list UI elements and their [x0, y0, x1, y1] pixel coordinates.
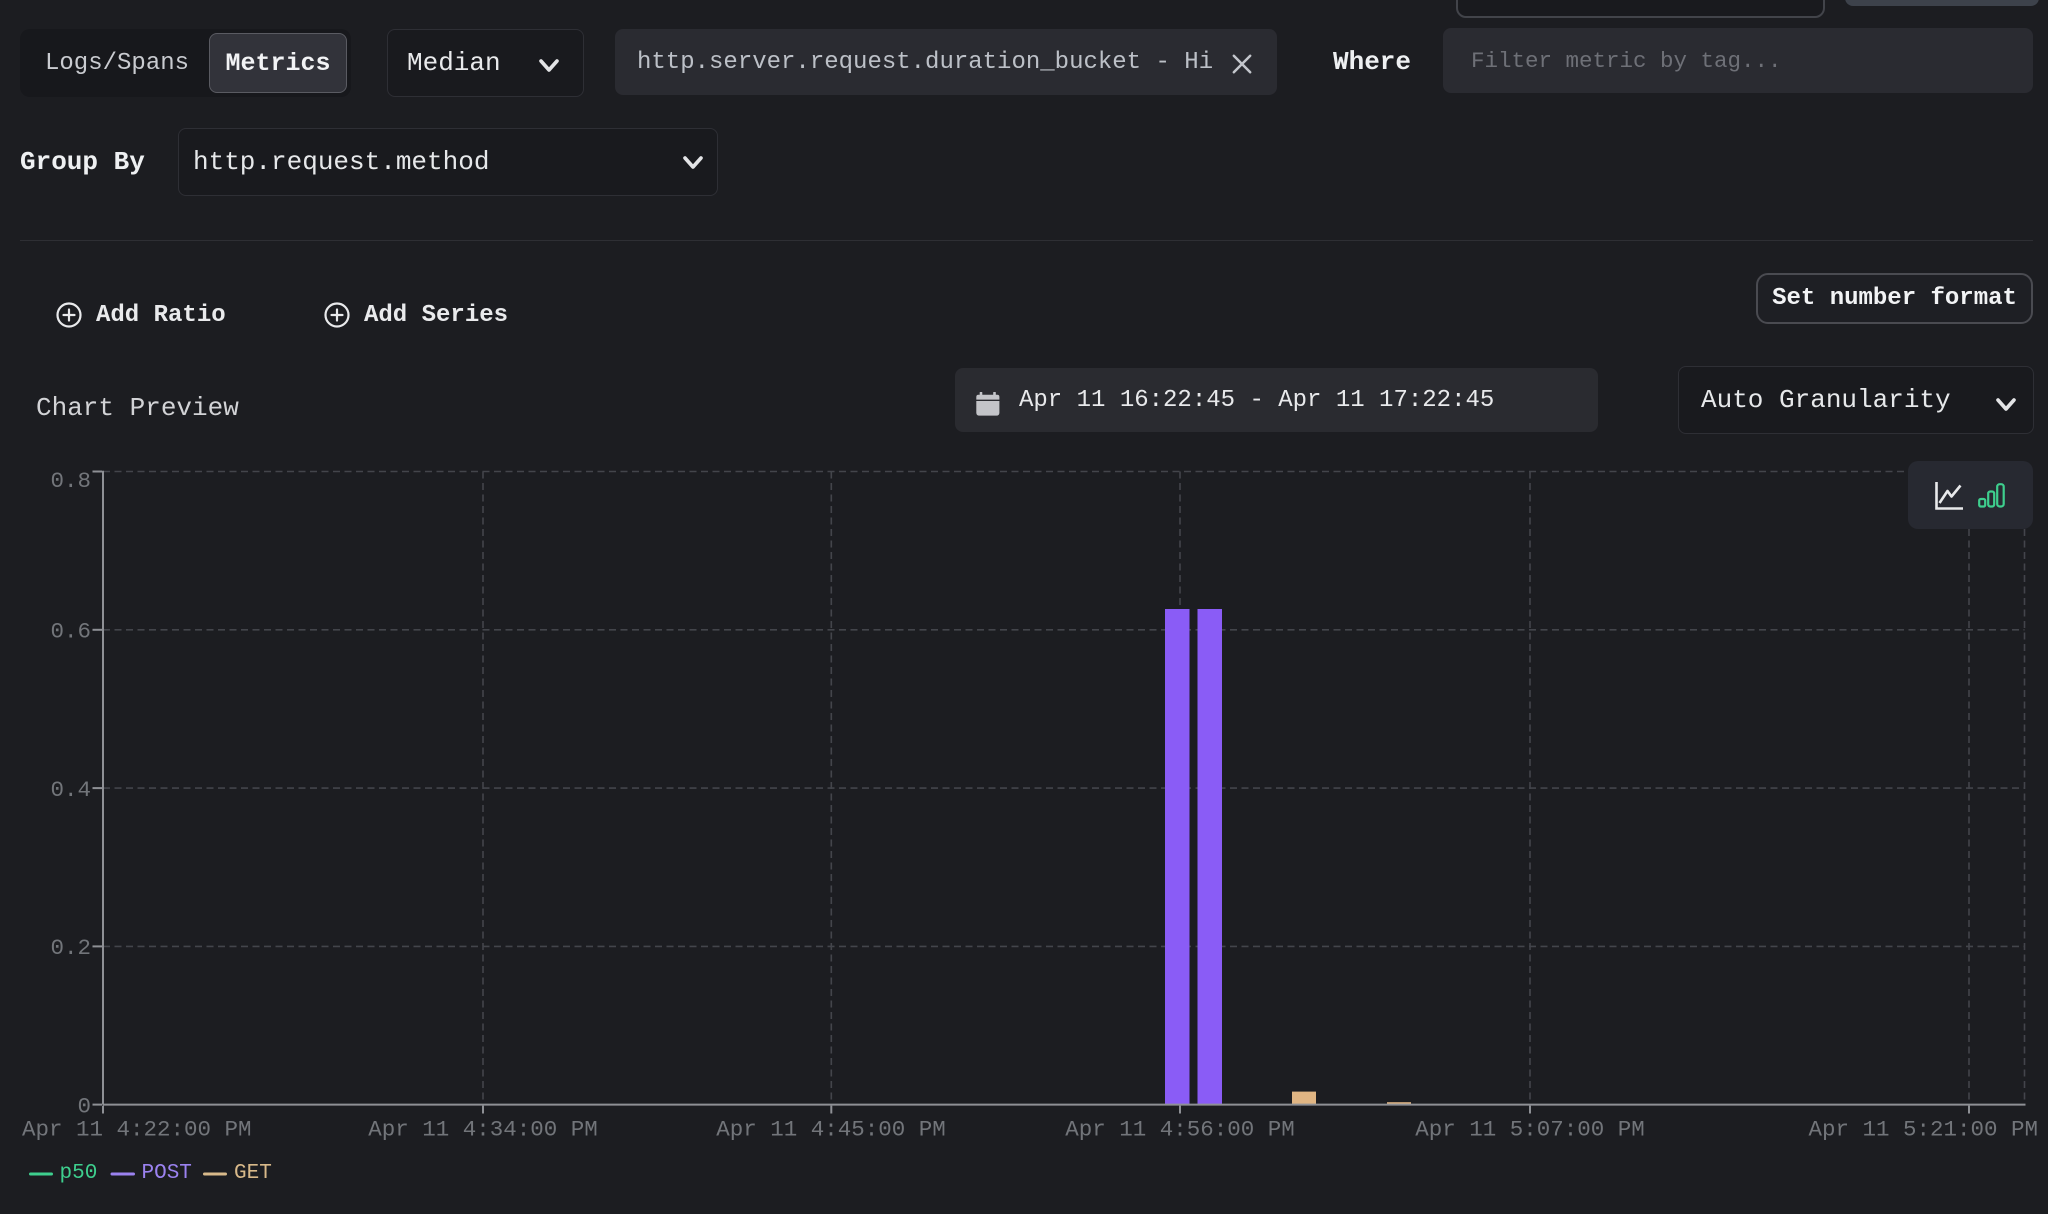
svg-text:0.8: 0.8 [50, 468, 91, 494]
svg-text:Apr 11 4:22:00 PM: Apr 11 4:22:00 PM [22, 1117, 252, 1143]
svg-text:0: 0 [77, 1093, 91, 1119]
svg-text:GET: GET [234, 1162, 272, 1185]
svg-text:Apr 11 4:45:00 PM: Apr 11 4:45:00 PM [716, 1117, 946, 1143]
svg-text:Apr 11 5:07:00 PM: Apr 11 5:07:00 PM [1415, 1117, 1645, 1143]
svg-text:Apr 11 4:34:00 PM: Apr 11 4:34:00 PM [368, 1117, 598, 1143]
svg-text:0.4: 0.4 [50, 777, 91, 803]
svg-text:Apr 11 5:21:00 PM: Apr 11 5:21:00 PM [1808, 1117, 2038, 1143]
svg-text:Apr 11 4:56:00 PM: Apr 11 4:56:00 PM [1065, 1117, 1295, 1143]
svg-text:0.2: 0.2 [50, 935, 91, 961]
svg-text:POST: POST [142, 1162, 192, 1185]
svg-text:0.6: 0.6 [50, 619, 91, 645]
svg-text:p50: p50 [60, 1162, 98, 1185]
